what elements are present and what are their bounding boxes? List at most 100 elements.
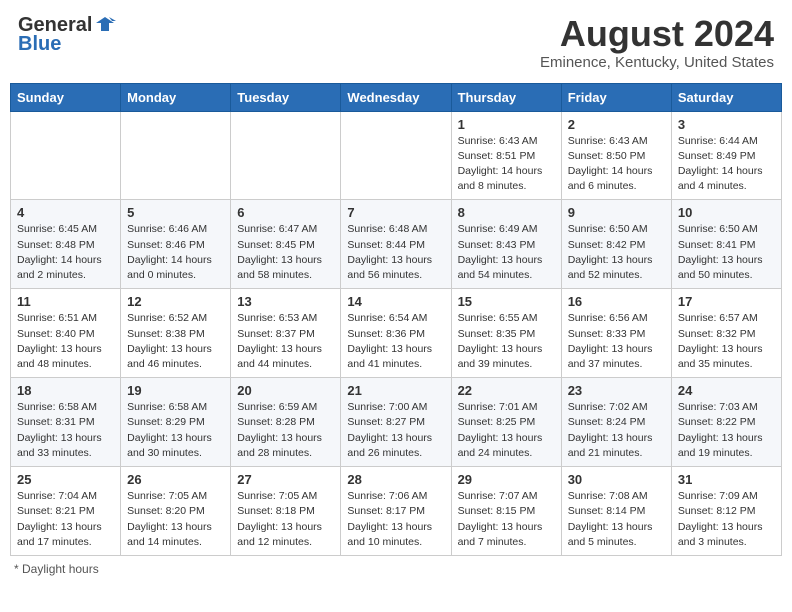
day-info: Sunrise: 7:08 AM Sunset: 8:14 PM Dayligh… [568,489,665,550]
col-header-saturday: Saturday [671,83,781,111]
day-info: Sunrise: 7:05 AM Sunset: 8:20 PM Dayligh… [127,489,224,550]
day-number: 2 [568,117,665,132]
day-info: Sunrise: 6:59 AM Sunset: 8:28 PM Dayligh… [237,400,334,461]
day-cell: 28 Sunrise: 7:06 AM Sunset: 8:17 PM Dayli… [341,467,451,556]
day-number: 27 [237,472,334,487]
day-number: 23 [568,383,665,398]
footer-note: * Daylight hours [10,562,782,576]
day-cell: 4Sunrise: 6:45 AM Sunset: 8:48 PM Daylig… [11,200,121,289]
day-info: Sunrise: 7:00 AM Sunset: 8:27 PM Dayligh… [347,400,444,461]
day-info: Sunrise: 7:06 AM Sunset: 8:17 PM Dayligh… [347,489,444,550]
day-info: Sunrise: 6:55 AM Sunset: 8:35 PM Dayligh… [458,311,555,372]
day-cell: 17 Sunrise: 6:57 AM Sunset: 8:32 PM Dayli… [671,289,781,378]
day-number: 6 [237,205,334,220]
day-number: 4 [17,205,114,220]
day-info: Sunrise: 6:43 AM Sunset: 8:50 PM Dayligh… [568,134,665,195]
day-number: 11 [17,294,114,309]
day-cell: 15 Sunrise: 6:55 AM Sunset: 8:35 PM Dayli… [451,289,561,378]
day-cell [231,111,341,200]
day-info: Sunrise: 6:57 AM Sunset: 8:32 PM Dayligh… [678,311,775,372]
day-number: 9 [568,205,665,220]
week-row-5: 25 Sunrise: 7:04 AM Sunset: 8:21 PM Dayli… [11,467,782,556]
calendar-body: 1 Sunrise: 6:43 AM Sunset: 8:51 PM Daylig… [11,111,782,555]
logo: General Blue [18,14,116,56]
day-cell: 5 Sunrise: 6:46 AM Sunset: 8:46 PM Daylig… [121,200,231,289]
day-info: Sunrise: 6:46 AM Sunset: 8:46 PM Dayligh… [127,222,224,283]
day-cell: 13 Sunrise: 6:53 AM Sunset: 8:37 PM Dayli… [231,289,341,378]
day-cell: 23 Sunrise: 7:02 AM Sunset: 8:24 PM Dayli… [561,378,671,467]
day-number: 18 [17,383,114,398]
day-cell: 9 Sunrise: 6:50 AM Sunset: 8:42 PM Daylig… [561,200,671,289]
calendar-header-row: SundayMondayTuesdayWednesdayThursdayFrid… [11,83,782,111]
footer-label: Daylight hours [22,562,99,576]
day-cell: 7 Sunrise: 6:48 AM Sunset: 8:44 PM Daylig… [341,200,451,289]
day-number: 30 [568,472,665,487]
day-number: 25 [17,472,114,487]
day-cell: 18 Sunrise: 6:58 AM Sunset: 8:31 PM Dayli… [11,378,121,467]
day-cell: 14Sunrise: 6:54 AM Sunset: 8:36 PM Dayli… [341,289,451,378]
day-number: 13 [237,294,334,309]
logo-bird-icon [94,13,116,35]
day-number: 15 [458,294,555,309]
day-cell: 21 Sunrise: 7:00 AM Sunset: 8:27 PM Dayli… [341,378,451,467]
logo-blue: Blue [18,33,61,56]
day-info: Sunrise: 6:51 AM Sunset: 8:40 PM Dayligh… [17,311,114,372]
month-title: August 2024 [540,14,774,54]
day-number: 14 [347,294,444,309]
day-cell: 27 Sunrise: 7:05 AM Sunset: 8:18 PM Dayli… [231,467,341,556]
day-number: 1 [458,117,555,132]
day-info: Sunrise: 7:09 AM Sunset: 8:12 PM Dayligh… [678,489,775,550]
day-number: 5 [127,205,224,220]
day-cell: 2 Sunrise: 6:43 AM Sunset: 8:50 PM Daylig… [561,111,671,200]
day-cell: 1 Sunrise: 6:43 AM Sunset: 8:51 PM Daylig… [451,111,561,200]
week-row-1: 1 Sunrise: 6:43 AM Sunset: 8:51 PM Daylig… [11,111,782,200]
week-row-2: 4Sunrise: 6:45 AM Sunset: 8:48 PM Daylig… [11,200,782,289]
day-number: 7 [347,205,444,220]
page-header: General Blue August 2024 Eminence, Kentu… [10,10,782,75]
day-number: 17 [678,294,775,309]
day-info: Sunrise: 6:43 AM Sunset: 8:51 PM Dayligh… [458,134,555,195]
col-header-wednesday: Wednesday [341,83,451,111]
day-cell [341,111,451,200]
day-cell: 25 Sunrise: 7:04 AM Sunset: 8:21 PM Dayli… [11,467,121,556]
day-cell: 30 Sunrise: 7:08 AM Sunset: 8:14 PM Dayli… [561,467,671,556]
day-info: Sunrise: 6:58 AM Sunset: 8:31 PM Dayligh… [17,400,114,461]
day-cell: 31 Sunrise: 7:09 AM Sunset: 8:12 PM Dayli… [671,467,781,556]
day-number: 21 [347,383,444,398]
day-info: Sunrise: 6:50 AM Sunset: 8:41 PM Dayligh… [678,222,775,283]
col-header-monday: Monday [121,83,231,111]
day-cell: 16Sunrise: 6:56 AM Sunset: 8:33 PM Dayli… [561,289,671,378]
day-cell: 11 Sunrise: 6:51 AM Sunset: 8:40 PM Dayli… [11,289,121,378]
day-cell: 20Sunrise: 6:59 AM Sunset: 8:28 PM Dayli… [231,378,341,467]
day-cell: 19Sunrise: 6:58 AM Sunset: 8:29 PM Dayli… [121,378,231,467]
day-number: 28 [347,472,444,487]
day-number: 31 [678,472,775,487]
week-row-4: 18 Sunrise: 6:58 AM Sunset: 8:31 PM Dayli… [11,378,782,467]
day-info: Sunrise: 7:05 AM Sunset: 8:18 PM Dayligh… [237,489,334,550]
day-info: Sunrise: 7:07 AM Sunset: 8:15 PM Dayligh… [458,489,555,550]
title-block: August 2024 Eminence, Kentucky, United S… [540,14,774,71]
location: Eminence, Kentucky, United States [540,54,774,71]
day-info: Sunrise: 6:53 AM Sunset: 8:37 PM Dayligh… [237,311,334,372]
calendar-table: SundayMondayTuesdayWednesdayThursdayFrid… [10,83,782,556]
day-cell: 26Sunrise: 7:05 AM Sunset: 8:20 PM Dayli… [121,467,231,556]
day-cell: 3Sunrise: 6:44 AM Sunset: 8:49 PM Daylig… [671,111,781,200]
day-cell [121,111,231,200]
day-cell: 29Sunrise: 7:07 AM Sunset: 8:15 PM Dayli… [451,467,561,556]
col-header-friday: Friday [561,83,671,111]
day-info: Sunrise: 6:44 AM Sunset: 8:49 PM Dayligh… [678,134,775,195]
day-cell: 6Sunrise: 6:47 AM Sunset: 8:45 PM Daylig… [231,200,341,289]
day-number: 19 [127,383,224,398]
day-number: 22 [458,383,555,398]
day-info: Sunrise: 7:03 AM Sunset: 8:22 PM Dayligh… [678,400,775,461]
day-number: 16 [568,294,665,309]
day-cell: 12Sunrise: 6:52 AM Sunset: 8:38 PM Dayli… [121,289,231,378]
day-number: 8 [458,205,555,220]
day-cell: 24Sunrise: 7:03 AM Sunset: 8:22 PM Dayli… [671,378,781,467]
col-header-thursday: Thursday [451,83,561,111]
day-info: Sunrise: 7:04 AM Sunset: 8:21 PM Dayligh… [17,489,114,550]
day-info: Sunrise: 6:50 AM Sunset: 8:42 PM Dayligh… [568,222,665,283]
day-cell: 8Sunrise: 6:49 AM Sunset: 8:43 PM Daylig… [451,200,561,289]
day-info: Sunrise: 6:48 AM Sunset: 8:44 PM Dayligh… [347,222,444,283]
day-info: Sunrise: 7:02 AM Sunset: 8:24 PM Dayligh… [568,400,665,461]
